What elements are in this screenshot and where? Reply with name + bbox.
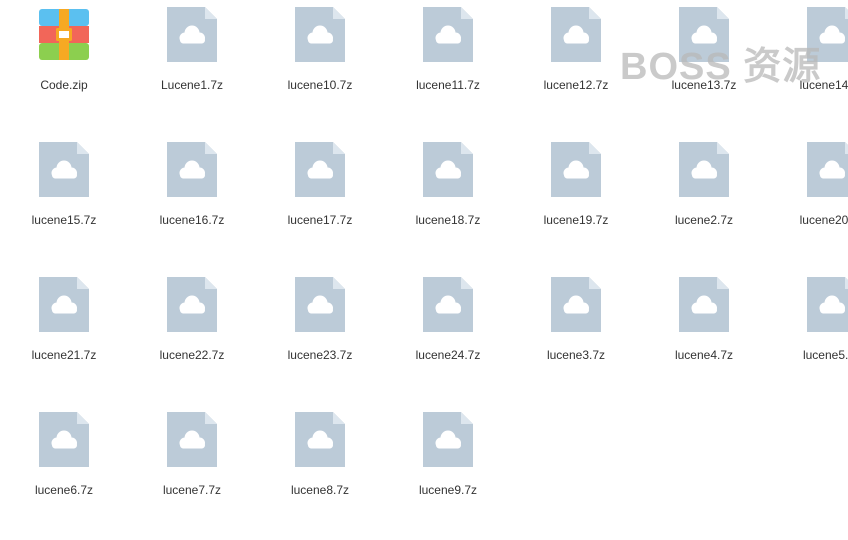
file-name-label: lucene17.7z <box>287 213 353 227</box>
cloud-file-icon <box>167 412 217 467</box>
file-name-label: lucene8.7z <box>290 483 350 497</box>
file-name-label: lucene23.7z <box>287 348 353 362</box>
file-item[interactable]: lucene7.7z <box>128 405 256 540</box>
file-name-label: lucene4.7z <box>674 348 734 362</box>
file-item[interactable]: lucene24.7z <box>384 270 512 405</box>
file-name-label: lucene21.7z <box>31 348 97 362</box>
file-item[interactable]: lucene11.7z <box>384 0 512 135</box>
cloud-file-icon <box>167 277 217 332</box>
cloud-file-icon <box>295 277 345 332</box>
file-name-label: Code.zip <box>40 78 88 92</box>
file-item[interactable]: Lucene1.7z <box>128 0 256 135</box>
cloud-file-icon <box>295 412 345 467</box>
file-name-label: lucene10.7z <box>287 78 353 92</box>
cloud-file-icon <box>679 7 729 62</box>
file-item[interactable]: lucene18.7z <box>384 135 512 270</box>
file-name-label: lucene18.7z <box>415 213 481 227</box>
file-item[interactable]: lucene8.7z <box>256 405 384 540</box>
file-item[interactable]: lucene5.7z <box>768 270 848 405</box>
cloud-file-icon <box>39 412 89 467</box>
cloud-file-icon <box>551 277 601 332</box>
file-name-label: lucene24.7z <box>415 348 481 362</box>
file-item[interactable]: lucene12.7z <box>512 0 640 135</box>
file-name-label: lucene14.7z <box>799 78 848 92</box>
cloud-file-icon <box>39 142 89 197</box>
file-item[interactable]: lucene9.7z <box>384 405 512 540</box>
file-grid: Code.zip Lucene1.7z lucene10.7z lucene11.7z… <box>0 0 848 504</box>
file-item[interactable]: lucene6.7z <box>0 405 128 540</box>
cloud-file-icon <box>807 277 848 332</box>
cloud-file-icon <box>679 142 729 197</box>
file-item[interactable]: lucene13.7z <box>640 0 768 135</box>
file-name-label: lucene15.7z <box>31 213 97 227</box>
cloud-file-icon <box>423 277 473 332</box>
file-item[interactable]: lucene19.7z <box>512 135 640 270</box>
file-item[interactable]: lucene3.7z <box>512 270 640 405</box>
file-name-label: lucene13.7z <box>671 78 737 92</box>
file-name-label: lucene19.7z <box>543 213 609 227</box>
cloud-file-icon <box>679 277 729 332</box>
file-item[interactable]: lucene14.7z <box>768 0 848 135</box>
file-name-label: lucene22.7z <box>159 348 225 362</box>
file-name-label: lucene12.7z <box>543 78 609 92</box>
file-name-label: lucene2.7z <box>674 213 734 227</box>
cloud-file-icon <box>39 277 89 332</box>
file-item[interactable]: lucene20.7z <box>768 135 848 270</box>
file-item[interactable]: lucene2.7z <box>640 135 768 270</box>
file-item[interactable]: lucene4.7z <box>640 270 768 405</box>
file-name-label: lucene3.7z <box>546 348 606 362</box>
file-item[interactable]: lucene16.7z <box>128 135 256 270</box>
file-item[interactable]: lucene17.7z <box>256 135 384 270</box>
file-item[interactable]: lucene10.7z <box>256 0 384 135</box>
cloud-file-icon <box>423 412 473 467</box>
file-item[interactable]: lucene21.7z <box>0 270 128 405</box>
file-name-label: Lucene1.7z <box>160 78 224 92</box>
file-name-label: lucene20.7z <box>799 213 848 227</box>
file-name-label: lucene11.7z <box>416 78 480 92</box>
cloud-file-icon <box>551 7 601 62</box>
cloud-file-icon <box>551 142 601 197</box>
cloud-file-icon <box>167 142 217 197</box>
file-item[interactable]: lucene22.7z <box>128 270 256 405</box>
cloud-file-icon <box>807 142 848 197</box>
zip-archive-icon <box>39 9 89 60</box>
file-name-label: lucene7.7z <box>162 483 222 497</box>
file-name-label: lucene6.7z <box>34 483 94 497</box>
cloud-file-icon <box>423 142 473 197</box>
cloud-file-icon <box>167 7 217 62</box>
file-item[interactable]: lucene23.7z <box>256 270 384 405</box>
file-name-label: lucene9.7z <box>418 483 478 497</box>
file-name-label: lucene5.7z <box>802 348 848 362</box>
file-item[interactable]: lucene15.7z <box>0 135 128 270</box>
file-item[interactable]: Code.zip <box>0 0 128 135</box>
cloud-file-icon <box>807 7 848 62</box>
file-name-label: lucene16.7z <box>159 213 225 227</box>
cloud-file-icon <box>295 7 345 62</box>
cloud-file-icon <box>295 142 345 197</box>
cloud-file-icon <box>423 7 473 62</box>
